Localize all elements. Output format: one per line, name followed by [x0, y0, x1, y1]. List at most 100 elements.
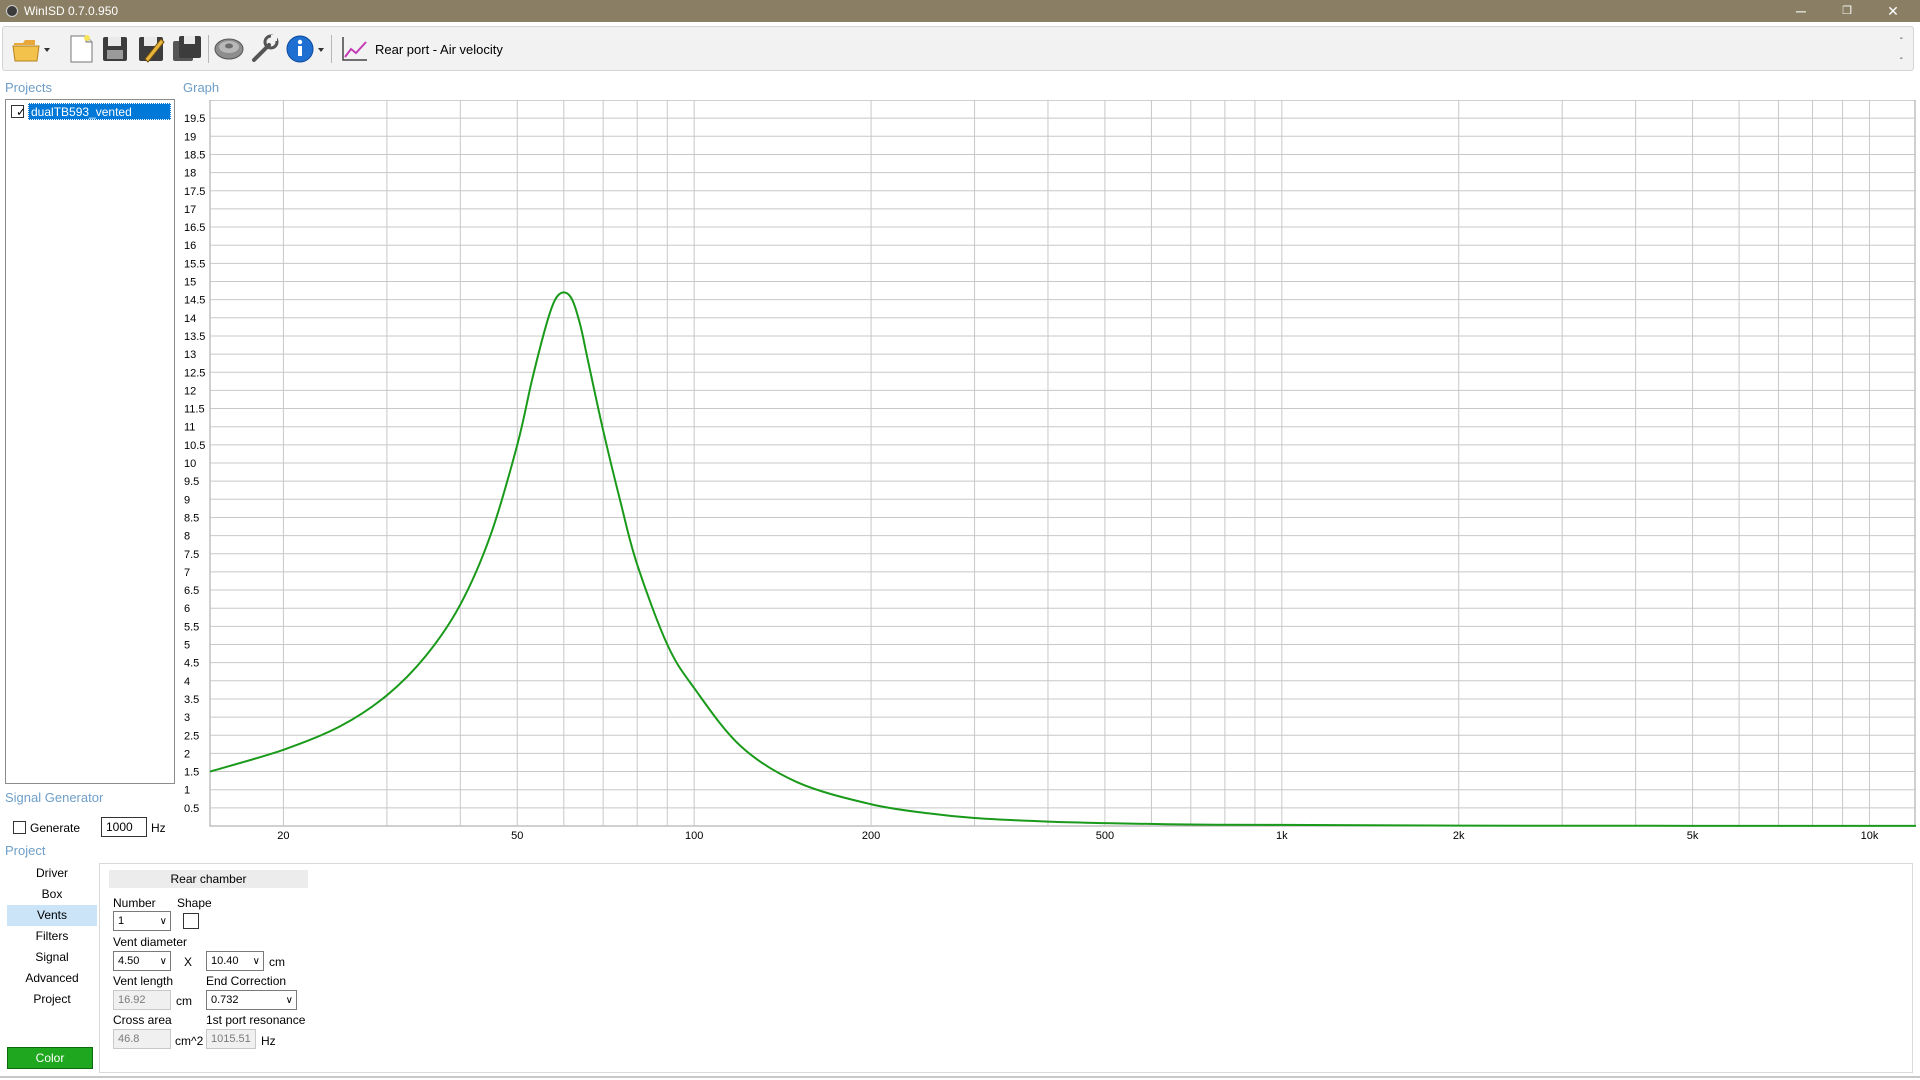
graph-label: Graph	[183, 80, 220, 95]
frequency-unit: Hz	[151, 821, 166, 835]
nav-filters[interactable]: Filters	[7, 926, 97, 947]
y-tick-label: 3	[184, 712, 190, 724]
tools-wrench-icon[interactable]	[249, 33, 281, 65]
y-tick-label: 14	[184, 313, 196, 325]
project-checkbox[interactable]: ✓	[11, 105, 26, 119]
vent-diameter2-value: 10.40	[211, 955, 239, 967]
y-tick-label: 13.5	[184, 331, 205, 343]
x-tick-label: 500	[1096, 830, 1114, 842]
toolbar-mark: -	[1899, 33, 1903, 44]
y-tick-label: 19.5	[184, 113, 205, 125]
title-bar: WinISD 0.7.0.950 ─ ❐ ✕	[0, 0, 1920, 22]
vent-diameter-select[interactable]: 4.50 ∨	[113, 951, 171, 971]
nav-driver[interactable]: Driver	[7, 863, 97, 884]
chevron-down-icon: ∨	[159, 956, 167, 967]
y-tick-label: 0.5	[184, 803, 199, 815]
y-tick-label: 1	[184, 785, 190, 797]
toolbar-separator	[331, 35, 332, 63]
shape-label: Shape	[177, 896, 212, 910]
x-tick-label: 50	[511, 830, 523, 842]
cross-area-label: Cross area	[113, 1013, 172, 1027]
shape-selector[interactable]	[183, 913, 199, 929]
y-tick-label: 7	[184, 567, 190, 579]
y-tick-label: 5.5	[184, 621, 199, 633]
status-divider	[0, 1076, 1920, 1078]
port-resonance-unit: Hz	[261, 1034, 276, 1048]
color-button[interactable]: Color	[7, 1047, 93, 1069]
y-tick-label: 2	[184, 748, 190, 760]
air-velocity-chart: 0.511.522.533.544.555.566.577.588.599.51…	[184, 100, 1916, 842]
y-tick-label: 11	[184, 422, 195, 434]
restore-button[interactable]: ❐	[1824, 0, 1870, 22]
project-nav: Driver Box Vents Filters Signal Advanced…	[7, 863, 97, 1010]
y-tick-label: 4	[184, 676, 190, 688]
x-tick-label: 5k	[1687, 830, 1699, 842]
toolbar: Rear port - Air velocity - -	[2, 26, 1914, 71]
x-tick-label: 2k	[1453, 830, 1465, 842]
y-tick-label: 6.5	[184, 585, 199, 597]
open-folder-icon[interactable]	[11, 33, 51, 65]
graph-type-label[interactable]: Rear port - Air velocity	[375, 42, 503, 57]
y-tick-label: 15	[184, 277, 196, 289]
nav-box[interactable]: Box	[7, 884, 97, 905]
vent-length-field: 16.92	[113, 990, 171, 1010]
nav-vents[interactable]: Vents	[7, 905, 97, 926]
chevron-down-icon: ∨	[252, 956, 260, 967]
y-tick-label: 18.5	[184, 149, 205, 161]
vents-panel: Rear chamber Number Shape 1 ∨ Vent diame…	[99, 863, 1913, 1073]
cross-area-field: 46.8	[113, 1029, 171, 1049]
y-tick-label: 8.5	[184, 512, 199, 524]
chevron-down-icon: ∨	[159, 916, 167, 927]
save-icon[interactable]	[99, 33, 131, 65]
x-tick-label: 100	[685, 830, 703, 842]
chevron-down-icon: ∨	[285, 995, 293, 1006]
minimize-button[interactable]: ─	[1778, 0, 1824, 22]
save-all-icon[interactable]	[171, 33, 203, 65]
y-tick-label: 3.5	[184, 694, 199, 706]
driver-icon[interactable]	[213, 33, 245, 65]
vent-length-unit: cm	[176, 994, 192, 1008]
projects-label: Projects	[5, 80, 52, 95]
x-tick-label: 20	[277, 830, 289, 842]
y-tick-label: 17	[184, 204, 196, 216]
project-section-label: Project	[5, 843, 46, 858]
y-tick-label: 17.5	[184, 186, 205, 198]
generate-checkbox[interactable]	[13, 821, 26, 834]
y-tick-label: 7.5	[184, 549, 199, 561]
info-icon[interactable]	[285, 33, 327, 65]
y-tick-label: 12.5	[184, 367, 205, 379]
x-tick-label: 10k	[1861, 830, 1879, 842]
y-tick-label: 18	[184, 168, 196, 180]
number-value: 1	[118, 915, 125, 927]
nav-signal[interactable]: Signal	[7, 947, 97, 968]
diameter-unit: cm	[269, 955, 285, 969]
y-tick-label: 6	[184, 603, 190, 615]
y-tick-label: 16.5	[184, 222, 205, 234]
signal-generator: Generate 1000 Hz	[13, 817, 173, 839]
x-tick-label: 1k	[1276, 830, 1288, 842]
project-name[interactable]: dualTB593_vented	[28, 103, 171, 120]
end-correction-select[interactable]: 0.732 ∨	[206, 990, 297, 1010]
tab-rear-chamber[interactable]: Rear chamber	[109, 870, 308, 888]
graph: 0.5 1 1.5 2 2.5 3 3.5 4 4.5 5 5.5 6 6.5 7 7.5 8 8.5 9 9.5 1…	[182, 100, 1916, 842]
number-label: Number	[113, 896, 156, 910]
nav-advanced[interactable]: Advanced	[7, 968, 97, 989]
frequency-input[interactable]: 1000	[101, 817, 147, 837]
number-select[interactable]: 1 ∨	[113, 911, 171, 931]
generate-label: Generate	[30, 821, 81, 835]
y-tick-label: 9	[184, 494, 190, 506]
close-button[interactable]: ✕	[1870, 0, 1916, 22]
vent-diameter2-select[interactable]: 10.40 ∨	[206, 951, 264, 971]
y-tick-label: 5	[184, 640, 190, 652]
project-item[interactable]: ✓ dualTB593_vented	[9, 103, 171, 121]
save-as-icon[interactable]	[135, 33, 167, 65]
port-resonance-label: 1st port resonance	[206, 1013, 306, 1027]
app-icon	[6, 5, 18, 17]
nav-project[interactable]: Project	[7, 989, 97, 1010]
new-document-icon[interactable]	[65, 33, 97, 65]
projects-list: ✓ dualTB593_vented	[5, 99, 175, 784]
x-tick-label: 200	[862, 830, 880, 842]
graph-icon[interactable]	[339, 33, 371, 65]
y-tick-label: 10.5	[184, 440, 205, 452]
y-tick-label: 9.5	[184, 476, 199, 488]
